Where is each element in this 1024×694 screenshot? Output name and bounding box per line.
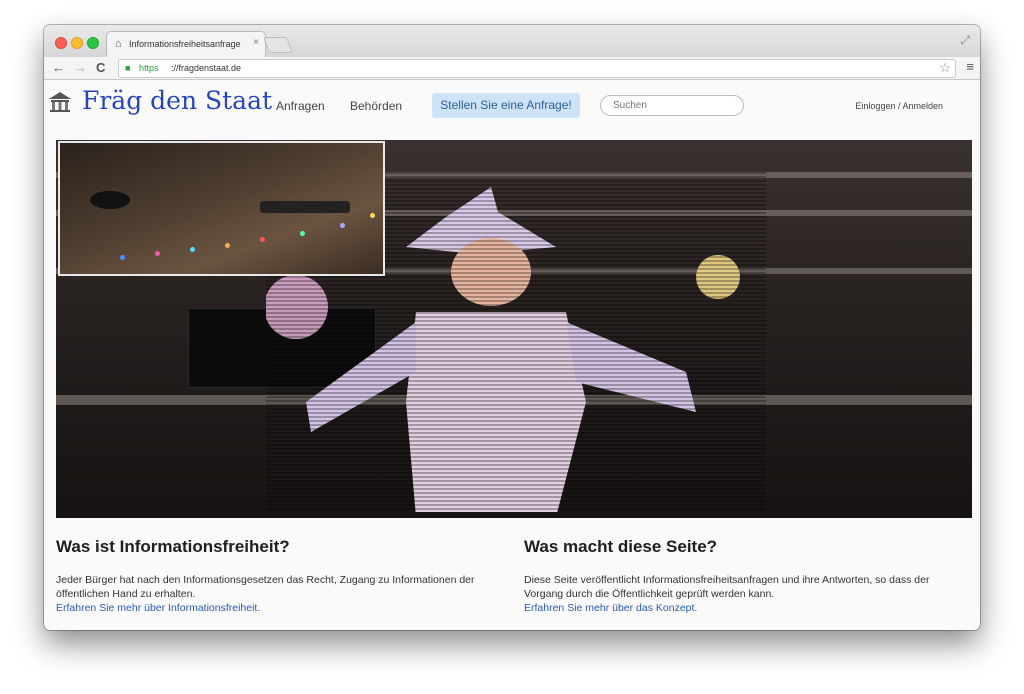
search-input[interactable] bbox=[600, 95, 744, 116]
lock-icon: ■ bbox=[125, 63, 131, 73]
request-button[interactable]: Stellen Sie eine Anfrage! bbox=[432, 93, 580, 118]
hero-inset-photo bbox=[58, 141, 385, 276]
url-scheme: https bbox=[139, 63, 159, 73]
url-host: ://fragdenstaat.de bbox=[171, 63, 242, 73]
zoom-window-button[interactable] bbox=[87, 37, 99, 49]
browser-toolbar: ← → C ■ https ://fragdenstaat.de ☆ ≡ bbox=[44, 57, 980, 80]
nav-behoerden-link[interactable]: Behörden bbox=[350, 99, 402, 113]
info-column-right: Was macht diese Seite? Diese Seite veröf… bbox=[524, 537, 969, 615]
tab-title: Informationsfreiheitsanfrage bbox=[129, 39, 241, 49]
back-button[interactable]: ← bbox=[52, 59, 65, 77]
building-logo-icon[interactable] bbox=[48, 91, 72, 113]
section-heading: Was ist Informationsfreiheit? bbox=[56, 537, 290, 556]
minimize-window-button[interactable] bbox=[71, 37, 83, 49]
learn-more-link[interactable]: Erfahren Sie mehr über das Konzept. bbox=[524, 601, 969, 615]
favicon-icon: ⌂ bbox=[115, 38, 122, 50]
hero-image bbox=[56, 140, 972, 518]
bookmark-star-icon[interactable]: ☆ bbox=[939, 60, 951, 76]
learn-more-link[interactable]: Erfahren Sie mehr über Informationsfreih… bbox=[56, 601, 476, 615]
section-text: Jeder Bürger hat nach den Informationsge… bbox=[56, 574, 475, 600]
section-text: Diese Seite veröffentlicht Informationsf… bbox=[524, 574, 930, 600]
nav-anfragen-link[interactable]: Anfragen bbox=[276, 99, 325, 113]
forward-button[interactable]: → bbox=[74, 59, 87, 77]
close-window-button[interactable] bbox=[55, 37, 67, 49]
fullscreen-icon[interactable]: ⤢ bbox=[960, 33, 970, 48]
tab-strip: ⌂ Informationsfreiheitsanfrage × ⤢ bbox=[44, 25, 980, 58]
login-link[interactable]: Einloggen / Anmelden bbox=[855, 101, 943, 111]
browser-window: ⌂ Informationsfreiheitsanfrage × ⤢ ← → C… bbox=[44, 25, 980, 630]
address-bar[interactable]: ■ https ://fragdenstaat.de ☆ bbox=[118, 59, 956, 78]
site-header: Fräg den Staat Anfragen Behörden Stellen… bbox=[44, 80, 980, 140]
browser-tab[interactable]: ⌂ Informationsfreiheitsanfrage × bbox=[106, 31, 266, 58]
section-heading: Was macht diese Seite? bbox=[524, 537, 718, 556]
site-logo[interactable]: Fräg den Staat bbox=[82, 86, 272, 115]
new-tab-button[interactable] bbox=[263, 37, 293, 53]
reload-button[interactable]: C bbox=[96, 59, 105, 77]
browser-menu-icon[interactable]: ≡ bbox=[966, 59, 974, 74]
close-tab-icon[interactable]: × bbox=[253, 37, 259, 48]
info-column-left: Was ist Informationsfreiheit? Jeder Bürg… bbox=[56, 537, 476, 615]
